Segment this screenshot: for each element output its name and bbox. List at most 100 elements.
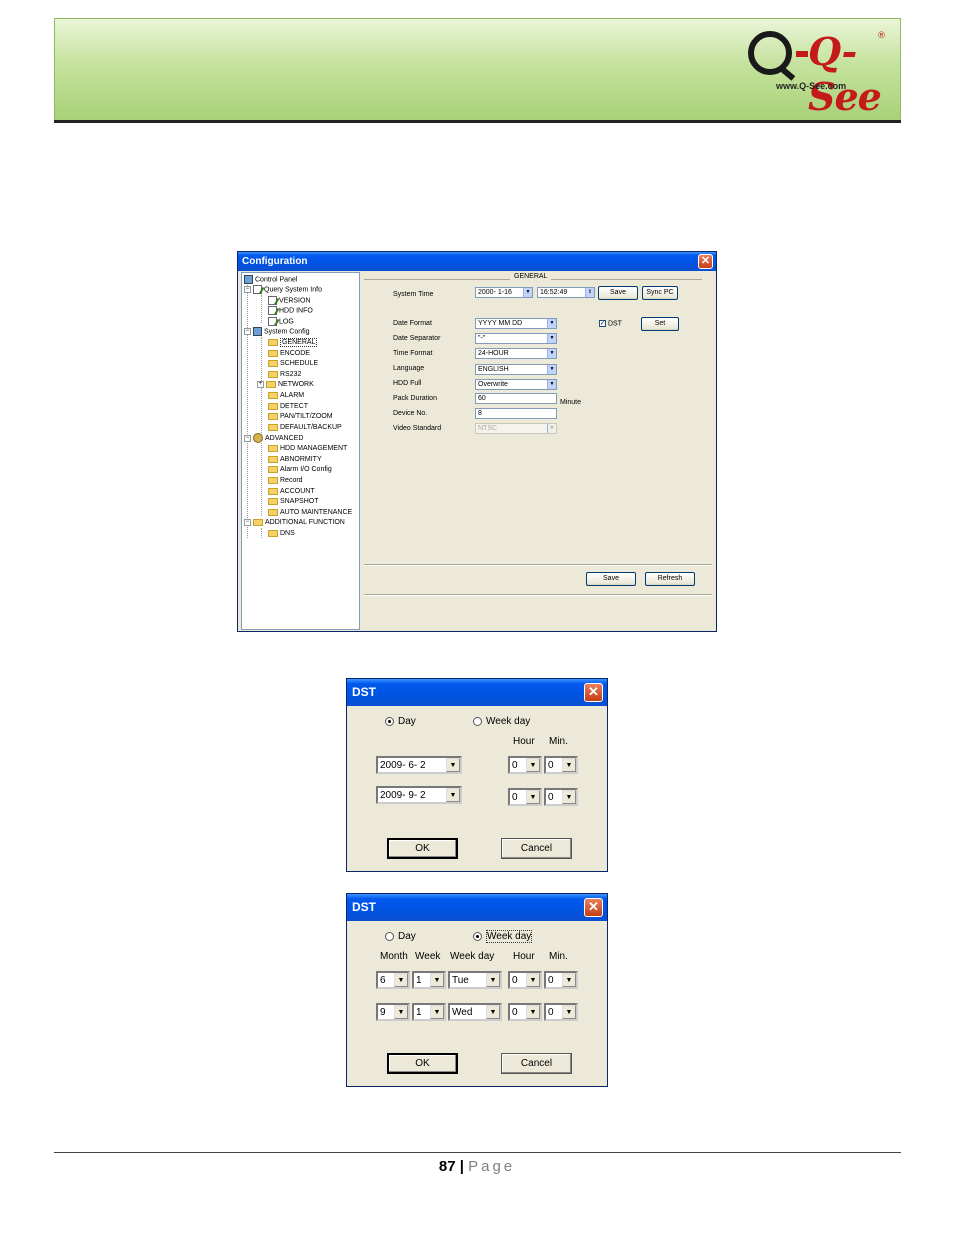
system-date-picker[interactable]: 2000- 1-16 ▼	[475, 287, 533, 298]
dst-start-date-picker[interactable]: 2009- 6- 2 ▼	[376, 756, 462, 774]
save-button[interactable]: Save	[586, 572, 636, 586]
tree-advanced[interactable]: − ADVANCED	[244, 433, 303, 443]
dst-day-radio-week[interactable]: Week day	[473, 716, 530, 727]
dst-week-end-min-select[interactable]: 0 ▼	[544, 1003, 578, 1021]
expand-icon[interactable]: +	[257, 380, 264, 388]
dropdown-arrow-icon[interactable]: ▼	[430, 973, 444, 987]
dst-day-close-button[interactable]: ✕	[584, 683, 603, 702]
dst-end-weekday-select[interactable]: Wed ▼	[448, 1003, 502, 1021]
dst-week-radio-week[interactable]: Week day	[473, 930, 533, 943]
dropdown-arrow-icon[interactable]: ▼	[526, 790, 540, 804]
dst-end-min-select[interactable]: 0 ▼	[544, 788, 578, 806]
dst-start-month-select[interactable]: 6 ▼	[376, 971, 410, 989]
dst-start-hour-select[interactable]: 0 ▼	[508, 756, 542, 774]
tree-encode[interactable]: ENCODE	[268, 349, 310, 359]
radio-selected-icon[interactable]	[473, 931, 482, 941]
language-select[interactable]: ENGLISH ▼	[475, 364, 557, 375]
dropdown-arrow-icon[interactable]: ▼	[394, 1005, 408, 1019]
dst-day-radio-day[interactable]: Day	[385, 716, 416, 727]
system-time-spinner[interactable]: 16:52:49 ⇕	[537, 287, 595, 298]
dropdown-arrow-icon[interactable]: ▼	[526, 1005, 540, 1019]
dst-week-cancel-button[interactable]: Cancel	[501, 1053, 572, 1074]
dropdown-arrow-icon[interactable]: ▼	[430, 1005, 444, 1019]
dropdown-arrow-icon[interactable]: ▼	[547, 334, 556, 343]
dst-end-hour-select[interactable]: 0 ▼	[508, 788, 542, 806]
dst-end-date-picker[interactable]: 2009- 9- 2 ▼	[376, 786, 462, 804]
dropdown-arrow-icon[interactable]: ▼	[547, 349, 556, 358]
dropdown-arrow-icon[interactable]: ▼	[394, 973, 408, 987]
collapse-icon[interactable]: −	[244, 434, 251, 442]
collapse-icon[interactable]: −	[244, 328, 251, 335]
dst-week-end-hour-select[interactable]: 0 ▼	[508, 1003, 542, 1021]
collapse-icon[interactable]: −	[244, 286, 251, 293]
tree-schedule[interactable]: SCHEDULE	[268, 359, 318, 369]
dst-checkbox-row[interactable]: ✓ DST	[599, 320, 622, 327]
tree-abnormity[interactable]: ABNORMITY	[268, 455, 322, 465]
spin-arrows-icon[interactable]: ⇕	[585, 288, 594, 297]
date-format-select[interactable]: YYYY MM DD ▼	[475, 318, 557, 329]
dropdown-arrow-icon[interactable]: ▼	[526, 973, 540, 987]
config-close-button[interactable]: ✕	[698, 254, 713, 269]
hdd-full-select[interactable]: Overwrite ▼	[475, 379, 557, 390]
tree-additional-function[interactable]: − ADDITIONAL FUNCTION	[244, 518, 345, 528]
tree-record[interactable]: Record	[268, 476, 303, 486]
config-titlebar[interactable]: Configuration	[238, 252, 716, 271]
dst-week-titlebar[interactable]: DST	[347, 894, 607, 921]
tree-dns[interactable]: DNS	[268, 529, 295, 539]
sync-pc-button[interactable]: Sync PC	[642, 286, 678, 300]
tree-alarm[interactable]: ALARM	[268, 391, 304, 401]
radio-unselected-icon[interactable]	[473, 716, 482, 726]
dst-start-week-select[interactable]: 1 ▼	[412, 971, 446, 989]
dropdown-arrow-icon[interactable]: ▼	[547, 380, 556, 389]
dst-end-month-select[interactable]: 9 ▼	[376, 1003, 410, 1021]
dropdown-arrow-icon[interactable]: ▼	[562, 790, 576, 804]
date-separator-select[interactable]: "-" ▼	[475, 333, 557, 344]
tree-auto-maintenance[interactable]: AUTO MAINTENANCE	[268, 508, 352, 518]
device-no-input[interactable]: 8	[475, 408, 557, 419]
collapse-icon[interactable]: −	[244, 518, 251, 526]
dropdown-arrow-icon[interactable]: ▼	[446, 758, 460, 772]
tree-version[interactable]: VERSION	[268, 296, 311, 306]
dropdown-arrow-icon[interactable]: ▼	[446, 788, 460, 802]
dst-week-ok-button[interactable]: OK	[387, 1053, 458, 1074]
dst-week-close-button[interactable]: ✕	[584, 898, 603, 917]
radio-selected-icon[interactable]	[385, 716, 394, 726]
dst-end-week-select[interactable]: 1 ▼	[412, 1003, 446, 1021]
dst-start-weekday-select[interactable]: Tue ▼	[448, 971, 502, 989]
tree-snapshot[interactable]: SNAPSHOT	[268, 497, 319, 507]
radio-unselected-icon[interactable]	[385, 931, 394, 941]
pack-duration-input[interactable]: 60	[475, 393, 557, 404]
dst-week-start-hour-select[interactable]: 0 ▼	[508, 971, 542, 989]
tree-general[interactable]: GENERAL	[268, 338, 318, 348]
tree-log[interactable]: LOG	[268, 317, 294, 327]
tree-rs232[interactable]: RS232	[268, 370, 301, 380]
tree-network[interactable]: + NETWORK	[257, 380, 314, 390]
dropdown-arrow-icon[interactable]: ▼	[547, 365, 556, 374]
dropdown-arrow-icon[interactable]: ▼	[486, 973, 500, 987]
tree-detect[interactable]: DETECT	[268, 402, 308, 412]
tree-system-config[interactable]: − System Config	[244, 327, 310, 337]
dropdown-arrow-icon[interactable]: ▼	[486, 1005, 500, 1019]
save-time-button[interactable]: Save	[598, 286, 638, 300]
dropdown-arrow-icon[interactable]: ▼	[562, 1005, 576, 1019]
dropdown-arrow-icon[interactable]: ▼	[526, 758, 540, 772]
tree-hdd-management[interactable]: HDD MANAGEMENT	[268, 444, 347, 454]
dst-week-radio-day[interactable]: Day	[385, 931, 416, 942]
dst-day-ok-button[interactable]: OK	[387, 838, 458, 859]
tree-query-system-info[interactable]: − Query System Info	[244, 285, 322, 295]
tree-account[interactable]: ACCOUNT	[268, 487, 315, 497]
tree-hdd-info[interactable]: HDD INFO	[268, 306, 313, 316]
dst-start-min-select[interactable]: 0 ▼	[544, 756, 578, 774]
dropdown-arrow-icon[interactable]: ▼	[562, 758, 576, 772]
dst-checkbox[interactable]: ✓	[599, 320, 606, 327]
tree-control-panel[interactable]: Control Panel	[244, 275, 297, 285]
tree-default-backup[interactable]: DEFAULT/BACKUP	[268, 423, 342, 433]
refresh-button[interactable]: Refresh	[645, 572, 695, 586]
tree-alarm-io[interactable]: Alarm I/O Config	[268, 465, 332, 475]
dst-day-titlebar[interactable]: DST	[347, 679, 607, 706]
dst-set-button[interactable]: Set	[641, 317, 679, 331]
time-format-select[interactable]: 24-HOUR ▼	[475, 348, 557, 359]
dropdown-arrow-icon[interactable]: ▼	[523, 288, 532, 297]
dropdown-arrow-icon[interactable]: ▼	[547, 319, 556, 328]
dst-week-start-min-select[interactable]: 0 ▼	[544, 971, 578, 989]
